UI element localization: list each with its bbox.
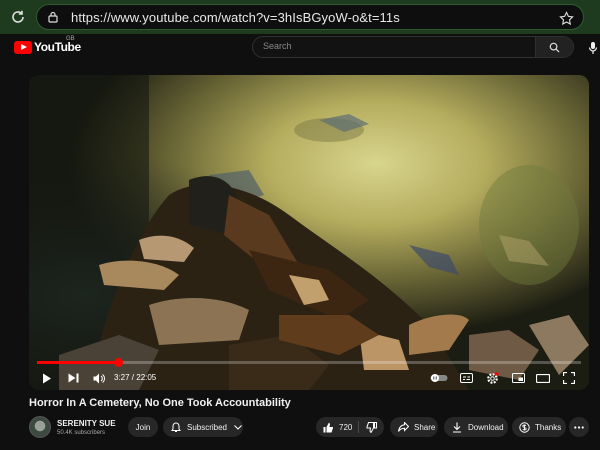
fullscreen-icon[interactable] [561, 369, 577, 387]
subscribed-button[interactable]: Subscribed [163, 417, 243, 437]
thanks-label: Thanks [535, 422, 562, 432]
more-actions-button[interactable] [569, 417, 589, 437]
join-button[interactable]: Join [128, 417, 158, 437]
miniplayer-icon[interactable] [510, 369, 526, 387]
thanks-button[interactable]: Thanks [512, 417, 566, 437]
dislike-icon[interactable] [365, 421, 377, 433]
youtube-logo[interactable]: YouTube GB [14, 36, 81, 54]
bell-icon [171, 421, 182, 433]
search-button[interactable] [535, 37, 573, 57]
share-label: Share [414, 422, 436, 432]
settings-icon[interactable] [484, 369, 500, 387]
share-button[interactable]: Share [390, 417, 438, 437]
download-button[interactable]: Download [444, 417, 508, 437]
browser-toolbar: https://www.youtube.com/watch?v=3hIsBGyo… [0, 0, 600, 34]
share-icon [397, 421, 409, 433]
like-dislike-group: 720 [316, 417, 384, 437]
join-label: Join [135, 422, 151, 432]
progress-scrubber[interactable] [113, 358, 123, 367]
site-info-icon[interactable] [45, 9, 61, 25]
time-display: 3:27 / 22:05 [114, 373, 157, 382]
subscribed-label: Subscribed [186, 422, 228, 432]
play-icon[interactable] [39, 369, 55, 387]
reload-icon[interactable] [8, 7, 28, 27]
bookmark-star-icon[interactable] [557, 9, 575, 27]
subscriber-count: 50.4K subscribers [57, 430, 106, 436]
like-count[interactable]: 720 [339, 423, 352, 432]
volume-icon[interactable] [91, 369, 107, 387]
captions-icon[interactable] [458, 369, 474, 387]
like-icon[interactable] [322, 421, 334, 433]
logo-text: YouTube [34, 40, 81, 54]
super-thanks-icon [518, 421, 530, 433]
download-label: Download [468, 422, 504, 432]
video-player[interactable]: 3:27 / 22:05 [29, 75, 589, 390]
next-icon[interactable] [65, 369, 81, 387]
like-divider [358, 421, 360, 433]
channel-avatar[interactable] [29, 416, 51, 438]
youtube-play-logo-icon [14, 40, 32, 54]
voice-search-icon[interactable] [586, 39, 600, 57]
more-horizontal-icon [573, 421, 585, 433]
url-text: https://www.youtube.com/watch?v=3hIsBGyo… [71, 9, 400, 25]
search-icon [549, 42, 560, 53]
download-icon [451, 421, 463, 433]
chevron-down-icon [232, 421, 243, 433]
video-title: Horror In A Cemetery, No One Took Accoun… [29, 397, 291, 409]
search-input[interactable]: Search [263, 41, 292, 51]
region-code: GB [66, 36, 75, 42]
youtube-header: YouTube GB Search [0, 34, 600, 62]
video-frame [29, 75, 589, 390]
address-bar[interactable]: https://www.youtube.com/watch?v=3hIsBGyo… [36, 4, 584, 30]
channel-name[interactable]: SERENITY SUE [57, 419, 116, 428]
search-box[interactable]: Search [252, 36, 574, 58]
progress-played [37, 361, 118, 364]
theater-icon[interactable] [535, 369, 551, 387]
progress-bar[interactable] [37, 358, 581, 367]
autoplay-toggle-icon[interactable] [429, 369, 449, 387]
